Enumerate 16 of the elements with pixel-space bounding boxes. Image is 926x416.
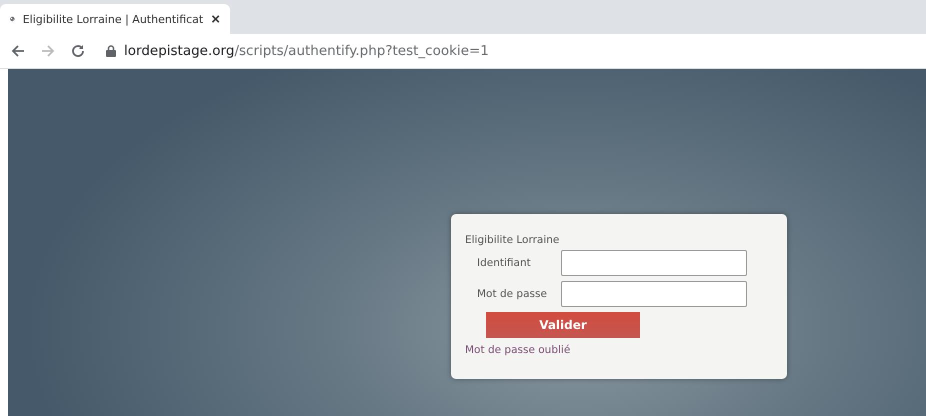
tab-title: Eligibilite Lorraine | Authentificat <box>22 12 204 26</box>
lock-icon <box>106 45 116 57</box>
back-button[interactable] <box>10 43 26 59</box>
url-path[interactable]: /scripts/authentify.php?test_cookie=1 <box>234 43 489 59</box>
field-label: Mot de passe <box>476 288 548 300</box>
card-title: Eligibilite Lorraine <box>465 234 560 246</box>
submit-button[interactable]: Valider <box>486 312 640 338</box>
field-label: Identifiant <box>476 257 532 269</box>
url-domain[interactable]: lordepistage.org <box>124 43 234 59</box>
browser-tab[interactable]: Eligibilite Lorraine | Authentificat × <box>0 4 230 34</box>
input-field[interactable] <box>561 250 747 276</box>
close-button[interactable]: × <box>211 10 220 28</box>
input-field[interactable] <box>561 281 747 307</box>
forward-button[interactable] <box>40 43 56 59</box>
reload-button[interactable] <box>70 43 86 59</box>
forgot-password-link[interactable]: Mot de passe oublié <box>465 344 570 356</box>
